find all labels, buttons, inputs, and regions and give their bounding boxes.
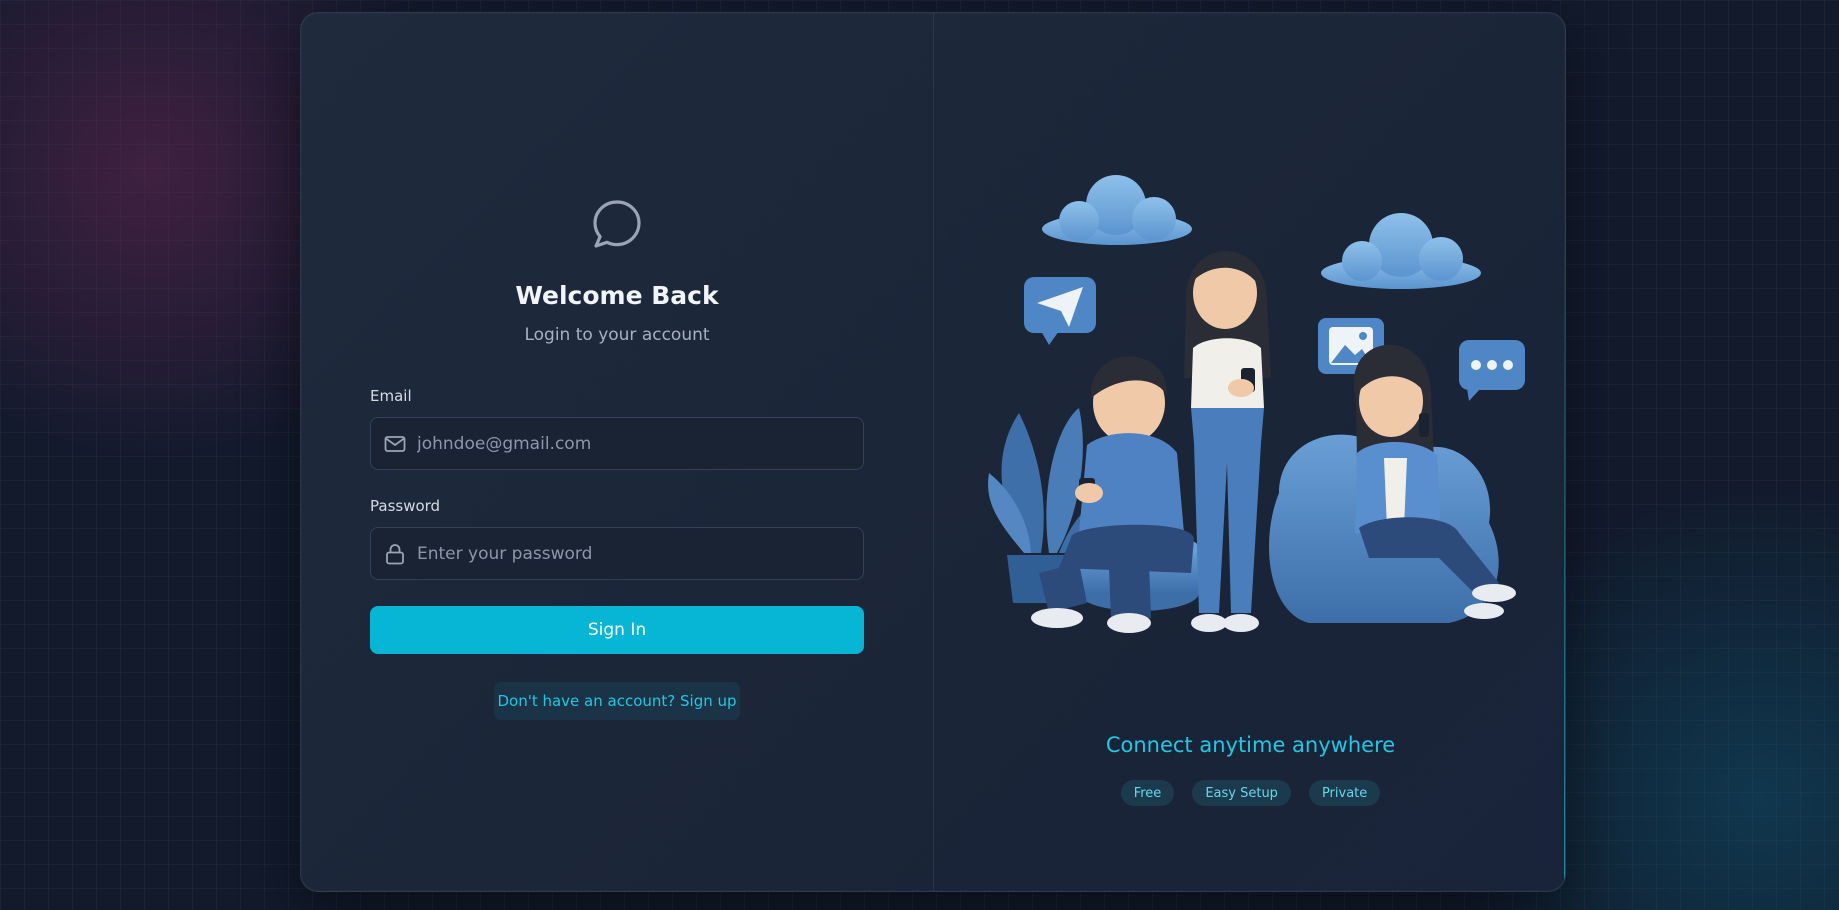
password-input[interactable] [417, 543, 857, 564]
email-label: Email [370, 387, 412, 405]
email-input[interactable] [417, 433, 857, 454]
login-panel: Welcome Back Login to your account Email… [301, 13, 933, 891]
page-title: Welcome Back [515, 281, 719, 310]
lock-icon [386, 543, 404, 564]
password-field-wrapper[interactable] [370, 527, 864, 580]
people-chatting-illustration [988, 175, 1525, 633]
feature-chip: Free [1120, 780, 1175, 806]
promo-panel: Connect anytime anywhere Free Easy Setup… [934, 13, 1565, 891]
promo-tagline: Connect anytime anywhere [1105, 733, 1396, 757]
email-field-wrapper[interactable] [370, 417, 864, 470]
sign-in-button[interactable]: Sign In [370, 606, 864, 654]
chat-bubble-icon [593, 200, 641, 248]
page-subtitle: Login to your account [524, 325, 710, 345]
mail-icon [384, 435, 406, 452]
login-card: Welcome Back Login to your account Email… [300, 12, 1566, 892]
sign-up-link[interactable]: Don't have an account? Sign up [494, 682, 740, 720]
feature-chips: Free Easy Setup Private [934, 780, 1565, 806]
feature-chip: Private [1308, 780, 1381, 806]
password-label: Password [370, 497, 441, 515]
feature-chip: Easy Setup [1192, 780, 1291, 806]
cloud-icon [1042, 175, 1192, 245]
